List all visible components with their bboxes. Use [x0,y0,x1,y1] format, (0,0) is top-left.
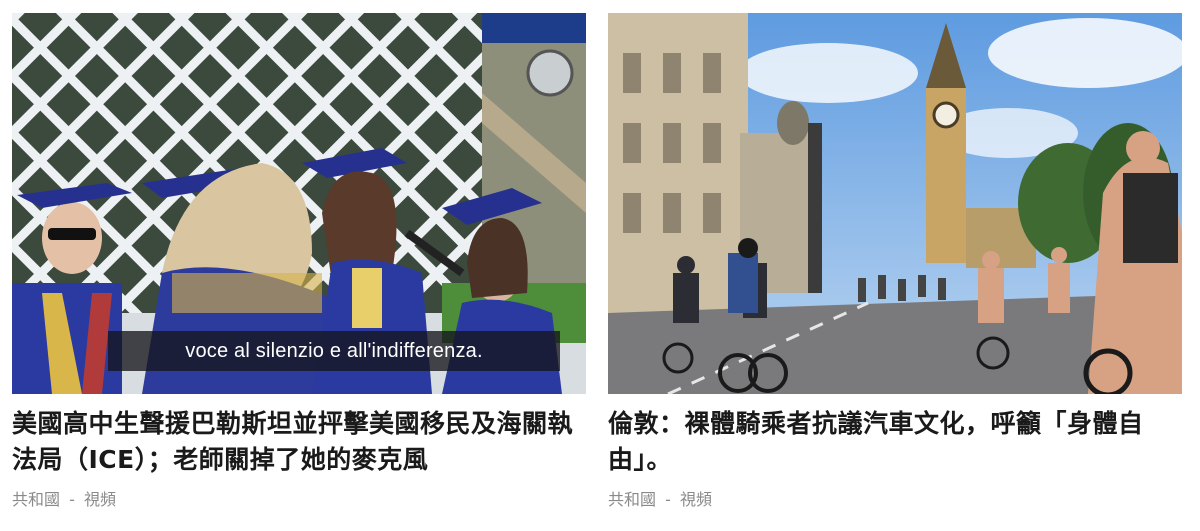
source-label[interactable]: 共和國 [608,490,656,509]
london-street-image [608,13,1182,394]
source-label[interactable]: 共和國 [12,490,60,509]
content-type-label: 視頻 [83,490,116,509]
card-headline[interactable]: 美國高中生聲援巴勒斯坦並抨擊美國移民及海關執法局（ICE）；老師關掉了她的麥克風 [12,406,586,478]
meta-separator: - [69,490,75,509]
meta-separator: - [665,490,671,509]
card-headline[interactable]: 倫敦：裸體騎乘者抗議汽車文化，呼籲「身體自由」。 [608,406,1182,478]
card-meta: 共和國 - 視頻 [12,486,586,510]
video-thumbnail-graduation[interactable]: voce al silenzio e all'indifferenza. [12,13,586,394]
content-type-label: 視頻 [679,490,712,509]
card-meta: 共和國 - 視頻 [608,486,1182,510]
video-thumbnail-london-ride[interactable] [608,13,1182,394]
news-card-london-ride[interactable]: 倫敦：裸體騎乘者抗議汽車文化，呼籲「身體自由」。 共和國 - 視頻 [608,13,1182,510]
news-card-graduation[interactable]: voce al silenzio e all'indifferenza. 美國高… [12,13,586,510]
video-subtitle-caption: voce al silenzio e all'indifferenza. [108,331,560,371]
